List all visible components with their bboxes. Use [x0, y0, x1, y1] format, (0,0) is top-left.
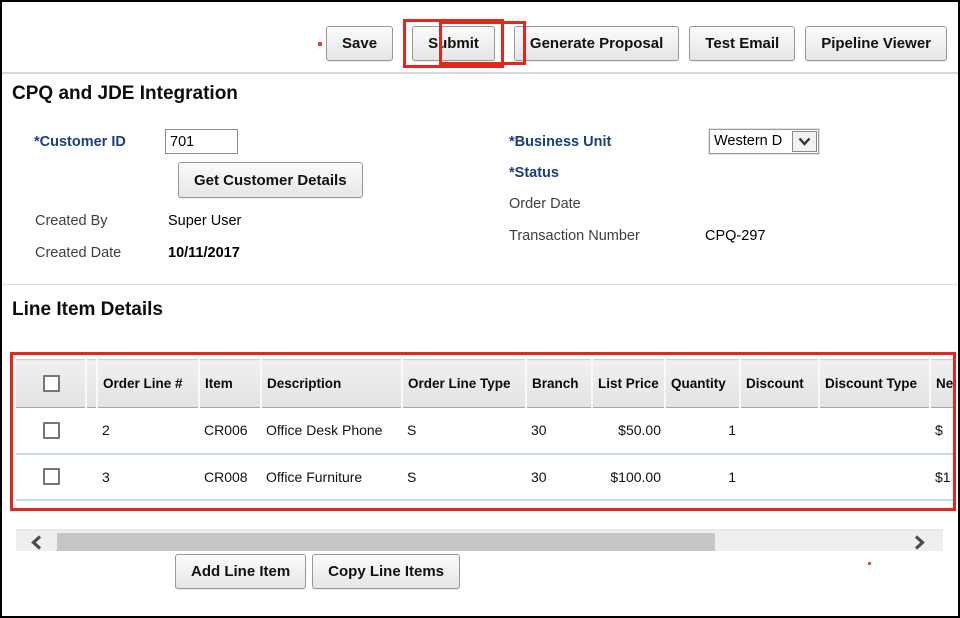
grid-actions: Add Line Item Copy Line Items: [175, 554, 460, 589]
scrollbar-thumb[interactable]: [57, 533, 715, 551]
col-item: Item: [199, 360, 261, 408]
annotation-dot: [318, 42, 322, 46]
item-cell: CR008: [199, 454, 261, 500]
annotation-dot: [868, 562, 871, 565]
customer-id-input[interactable]: [165, 129, 238, 154]
order-line-cell: 2: [97, 408, 199, 454]
spacer-cell: [86, 454, 97, 500]
row-select-cell: [16, 454, 86, 500]
list-price-cell: $50.00: [592, 408, 665, 454]
discount-type-cell: [819, 454, 930, 500]
chevron-down-icon[interactable]: [792, 131, 817, 152]
description-cell: Office Furniture: [261, 454, 402, 500]
copy-line-items-button[interactable]: Copy Line Items: [312, 554, 460, 589]
line-item-details-title: Line Item Details: [12, 299, 163, 321]
spacer-cell: [86, 408, 97, 454]
col-quantity: Quantity: [665, 360, 740, 408]
branch-cell: 30: [526, 408, 592, 454]
spacer-header: [86, 360, 97, 408]
line-items-grid: Order Line # Item Description Order Line…: [16, 359, 956, 501]
col-discount: Discount: [740, 360, 819, 408]
business-unit-label: *Business Unit: [509, 134, 611, 150]
col-list-price: List Price: [592, 360, 665, 408]
table-row: 3 CR008 Office Furniture S 30 $100.00 1 …: [16, 454, 956, 500]
table-row: 2 CR006 Office Desk Phone S 30 $50.00 1 …: [16, 408, 956, 454]
col-net: Net: [930, 360, 956, 408]
generate-proposal-button[interactable]: Generate Proposal: [514, 26, 679, 61]
save-button[interactable]: Save: [326, 26, 393, 61]
quantity-cell: 1: [665, 454, 740, 500]
item-cell: CR006: [199, 408, 261, 454]
select-all-header: [16, 360, 86, 408]
grid-header-row: Order Line # Item Description Order Line…: [16, 360, 956, 408]
description-cell: Office Desk Phone: [261, 408, 402, 454]
submit-button[interactable]: Submit: [412, 26, 495, 61]
business-unit-select[interactable]: Western D: [709, 129, 819, 154]
created-by-label: Created By: [35, 213, 108, 229]
order-line-cell: 3: [97, 454, 199, 500]
add-line-item-button[interactable]: Add Line Item: [175, 554, 306, 589]
customer-id-label: *Customer ID: [34, 134, 126, 150]
col-order-line-type: Order Line Type: [402, 360, 526, 408]
toolbar-divider: [2, 72, 958, 74]
transaction-number-label: Transaction Number: [509, 228, 640, 244]
chevron-left-icon[interactable]: [26, 533, 46, 551]
net-cell: $1: [930, 454, 956, 500]
select-all-checkbox[interactable]: [43, 375, 60, 392]
chevron-right-icon[interactable]: [909, 533, 929, 551]
business-unit-selected-value: Western D: [710, 130, 791, 153]
section-divider: [2, 284, 958, 285]
status-label: *Status: [509, 165, 559, 181]
list-price-cell: $100.00: [592, 454, 665, 500]
col-description: Description: [261, 360, 402, 408]
created-by-value: Super User: [168, 213, 241, 229]
col-order-line: Order Line #: [97, 360, 199, 408]
quantity-cell: 1: [665, 408, 740, 454]
submit-highlight-annotation: Submit: [403, 19, 504, 68]
col-branch: Branch: [526, 360, 592, 408]
branch-cell: 30: [526, 454, 592, 500]
row-checkbox[interactable]: [43, 422, 60, 439]
test-email-button[interactable]: Test Email: [689, 26, 795, 61]
discount-cell: [740, 454, 819, 500]
col-discount-type: Discount Type: [819, 360, 930, 408]
toolbar: Save Submit Generate Proposal Test Email…: [326, 19, 947, 68]
net-cell: $: [930, 408, 956, 454]
order-line-type-cell: S: [402, 408, 526, 454]
transaction-number-value: CPQ-297: [705, 228, 765, 244]
page-title: CPQ and JDE Integration: [12, 83, 238, 105]
order-line-type-cell: S: [402, 454, 526, 500]
created-date-label: Created Date: [35, 245, 121, 261]
row-select-cell: [16, 408, 86, 454]
discount-type-cell: [819, 408, 930, 454]
page: Save Submit Generate Proposal Test Email…: [0, 0, 960, 618]
pipeline-viewer-button[interactable]: Pipeline Viewer: [805, 26, 947, 61]
row-checkbox[interactable]: [43, 468, 60, 485]
horizontal-scrollbar[interactable]: [16, 529, 943, 551]
discount-cell: [740, 408, 819, 454]
get-customer-details-button[interactable]: Get Customer Details: [178, 162, 363, 198]
created-date-value: 10/11/2017: [168, 245, 240, 261]
order-date-label: Order Date: [509, 196, 581, 212]
